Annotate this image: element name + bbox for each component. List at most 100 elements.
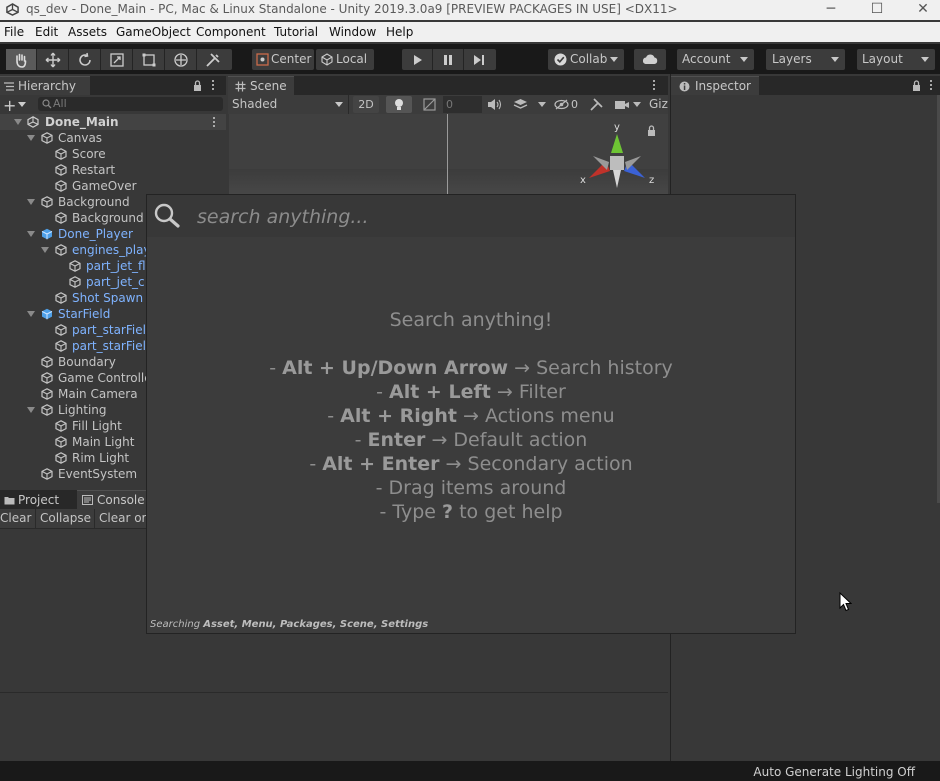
gizmo-z-label: z xyxy=(649,175,654,186)
audio-value-field[interactable]: 0 xyxy=(443,96,482,113)
move-tool-button[interactable] xyxy=(38,49,69,70)
chevron-down-icon[interactable] xyxy=(538,102,546,107)
chevron-down-icon[interactable] xyxy=(18,102,26,107)
tab-inspector[interactable]: Inspector xyxy=(671,76,759,95)
menu-gameobject[interactable]: GameObject xyxy=(116,25,191,39)
account-dropdown[interactable]: Account xyxy=(677,49,754,70)
menu-help[interactable]: Help xyxy=(386,25,413,39)
help-prefix: - xyxy=(375,477,389,499)
menu-assets[interactable]: Assets xyxy=(68,25,107,39)
kebab-menu-icon[interactable] xyxy=(930,80,933,92)
create-plus-icon[interactable]: + xyxy=(3,96,16,115)
scene-tools-icon[interactable] xyxy=(589,98,603,111)
step-button[interactable] xyxy=(464,49,495,70)
foldout-arrow-icon[interactable] xyxy=(27,231,35,237)
minimize-button[interactable]: ─ xyxy=(808,0,854,20)
scene-header-row[interactable]: Done_Main xyxy=(0,114,226,130)
menu-tutorial[interactable]: Tutorial xyxy=(274,25,318,39)
scale-tool-button[interactable] xyxy=(102,49,133,70)
pause-button[interactable] xyxy=(433,49,464,70)
shading-mode-dropdown[interactable]: Shaded xyxy=(229,95,349,114)
scene-fx-toggle[interactable] xyxy=(416,96,442,113)
kebab-menu-icon[interactable] xyxy=(212,80,215,92)
toggle-2d-button[interactable]: 2D xyxy=(353,96,379,113)
transform-gizmo-icon xyxy=(174,53,188,67)
collab-dropdown[interactable]: Collab xyxy=(548,49,624,70)
folder-icon xyxy=(4,497,15,505)
gizmo-lock-icon[interactable] xyxy=(647,125,656,136)
console-collapse-button[interactable]: Collapse xyxy=(37,509,95,528)
foldout-arrow-icon[interactable] xyxy=(41,247,49,253)
scene-toolbar: Shaded 2D 0 0 Giz xyxy=(228,95,668,114)
lock-icon[interactable] xyxy=(193,80,202,91)
foldout-arrow-icon[interactable] xyxy=(27,135,35,141)
maximize-button[interactable]: ☐ xyxy=(854,0,900,20)
hierarchy-item-label: Score xyxy=(72,147,106,161)
scene-lighting-toggle[interactable] xyxy=(386,96,412,113)
hierarchy-item[interactable]: GameOver xyxy=(0,178,226,194)
foldout-arrow-icon[interactable] xyxy=(14,119,22,125)
foldout-arrow-icon[interactable] xyxy=(27,311,35,317)
menu-window[interactable]: Window xyxy=(329,25,376,39)
inspector-tabbar: Inspector xyxy=(671,76,940,95)
tab-console[interactable]: Console xyxy=(77,490,157,509)
hidden-objects-toggle[interactable]: 0 xyxy=(554,96,581,113)
pause-icon xyxy=(444,55,452,65)
camera-icon[interactable] xyxy=(614,98,630,111)
hierarchy-item-label: Background xyxy=(58,195,130,209)
hierarchy-item[interactable]: Score xyxy=(0,146,226,162)
console-tab-label: Console xyxy=(97,493,145,507)
custom-tool-button[interactable] xyxy=(198,49,229,70)
lightbulb-icon xyxy=(395,99,403,110)
speaker-icon[interactable] xyxy=(487,98,502,111)
search-help-line: - Alt + Left → Filter xyxy=(147,381,795,403)
layers-stack-icon[interactable] xyxy=(513,98,528,111)
hand-tool-button[interactable] xyxy=(6,49,37,70)
hierarchy-item-label: Fill Light xyxy=(72,419,122,433)
space-label: Local xyxy=(336,52,368,66)
hierarchy-toolbar: + All xyxy=(0,95,226,115)
kebab-menu-icon[interactable] xyxy=(653,80,656,92)
hierarchy-item-label: Shot Spawn xyxy=(72,291,144,305)
scene-viewport[interactable]: y x z xyxy=(229,114,668,194)
menu-edit[interactable]: Edit xyxy=(35,25,58,39)
tab-hierarchy[interactable]: Hierarchy xyxy=(0,76,90,95)
transform-tool-button[interactable] xyxy=(166,49,197,70)
help-prefix: - xyxy=(354,429,368,451)
menu-file[interactable]: File xyxy=(4,25,24,39)
step-icon xyxy=(474,55,484,65)
cloud-button[interactable] xyxy=(634,49,666,70)
rect-tool-button[interactable] xyxy=(134,49,165,70)
gameobject-cube-icon xyxy=(55,436,67,448)
hierarchy-item[interactable]: Canvas xyxy=(0,130,226,146)
hierarchy-search-field[interactable]: All xyxy=(38,97,223,111)
lock-icon[interactable] xyxy=(912,80,921,91)
close-button[interactable]: ✕ xyxy=(900,0,940,20)
menu-component[interactable]: Component xyxy=(196,25,266,39)
console-clear-button[interactable]: Clear xyxy=(0,509,36,528)
foldout-arrow-icon[interactable] xyxy=(27,407,35,413)
search-input[interactable] xyxy=(195,203,789,231)
gizmos-dropdown[interactable]: Giz xyxy=(649,95,668,114)
gameobject-cube-icon xyxy=(55,212,67,224)
search-magnifier-icon xyxy=(154,203,180,228)
tab-scene[interactable]: Scene xyxy=(228,76,294,95)
gameobject-cube-icon xyxy=(55,340,67,352)
hierarchy-item[interactable]: Restart xyxy=(0,162,226,178)
scene-orientation-gizmo[interactable]: y x z xyxy=(577,120,657,190)
help-action: Default action xyxy=(453,429,588,451)
pivot-space-toggle[interactable]: Local xyxy=(316,49,374,70)
hidden-count: 0 xyxy=(571,98,578,111)
rotate-tool-button[interactable] xyxy=(70,49,101,70)
play-button[interactable] xyxy=(402,49,433,70)
gameobject-cube-icon xyxy=(41,468,53,480)
chevron-down-icon[interactable] xyxy=(633,102,641,107)
layout-dropdown[interactable]: Layout xyxy=(857,49,935,70)
help-prefix: - xyxy=(327,405,341,427)
kebab-menu-icon[interactable] xyxy=(213,117,216,129)
foldout-arrow-icon[interactable] xyxy=(27,199,35,205)
pivot-center-toggle[interactable]: Center xyxy=(252,49,314,70)
tab-project[interactable]: Project xyxy=(0,491,76,510)
grid-hash-icon xyxy=(235,81,246,92)
layers-dropdown[interactable]: Layers xyxy=(766,49,845,70)
